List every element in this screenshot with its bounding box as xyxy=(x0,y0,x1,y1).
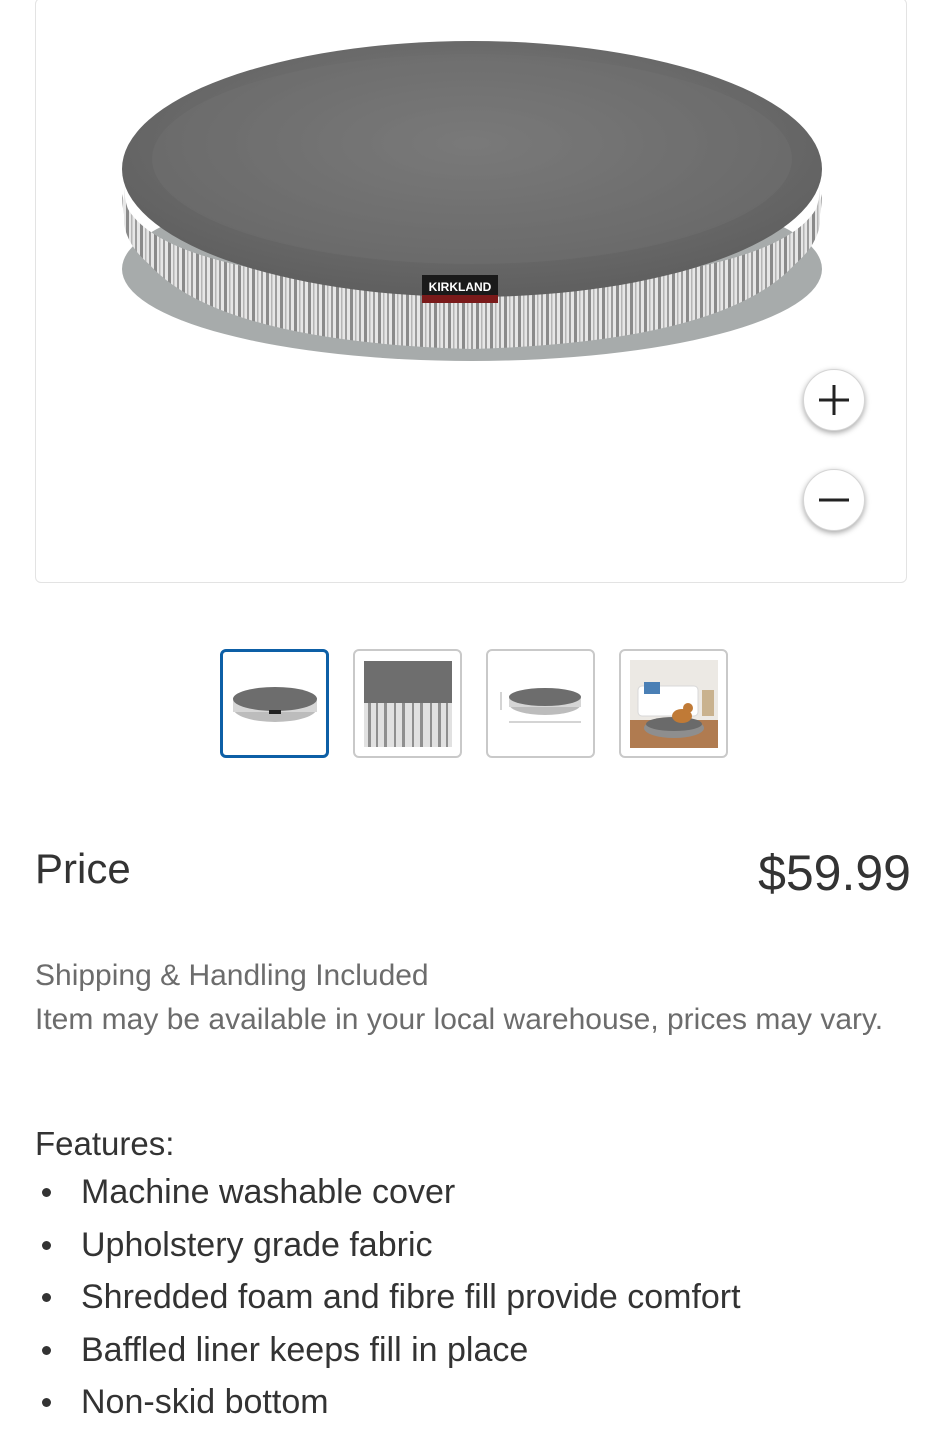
bed-thumbnail-icon xyxy=(232,686,317,722)
lifestyle-photo-icon xyxy=(629,659,718,748)
product-image: KIRKLAND xyxy=(122,41,822,361)
plus-icon xyxy=(819,385,849,415)
shipping-info: Shipping & Handling Included Item may be… xyxy=(35,954,895,1042)
brand-tag: KIRKLAND xyxy=(429,280,492,294)
thumbnail-2[interactable] xyxy=(353,649,462,758)
thumbnail-1[interactable] xyxy=(220,649,329,758)
fabric-closeup-icon xyxy=(363,660,452,747)
thumbnail-3[interactable] xyxy=(486,649,595,758)
product-image-viewer[interactable]: KIRKLAND xyxy=(35,0,907,583)
minus-icon xyxy=(819,498,849,502)
shipping-note: Shipping & Handling Included xyxy=(35,959,429,992)
feature-item: Non-skid bottom xyxy=(35,1376,741,1429)
features-list: Machine washable cover Upholstery grade … xyxy=(35,1166,741,1429)
feature-item: Machine washable cover xyxy=(35,1166,741,1219)
warehouse-note: Item may be available in your local ware… xyxy=(35,1003,884,1036)
feature-item: Baffled liner keeps fill in place xyxy=(35,1324,741,1377)
thumbnail-strip xyxy=(220,649,728,758)
feature-item: Shredded foam and fibre fill provide com… xyxy=(35,1271,741,1324)
zoom-out-button[interactable] xyxy=(803,469,865,531)
price-value: $59.99 xyxy=(758,845,911,901)
price-label: Price xyxy=(35,845,131,892)
zoom-in-button[interactable] xyxy=(803,369,865,431)
bed-dimensions-icon xyxy=(500,687,581,722)
thumbnail-4[interactable] xyxy=(619,649,728,758)
feature-item: Upholstery grade fabric xyxy=(35,1219,741,1272)
features-title: Features: xyxy=(35,1125,175,1162)
